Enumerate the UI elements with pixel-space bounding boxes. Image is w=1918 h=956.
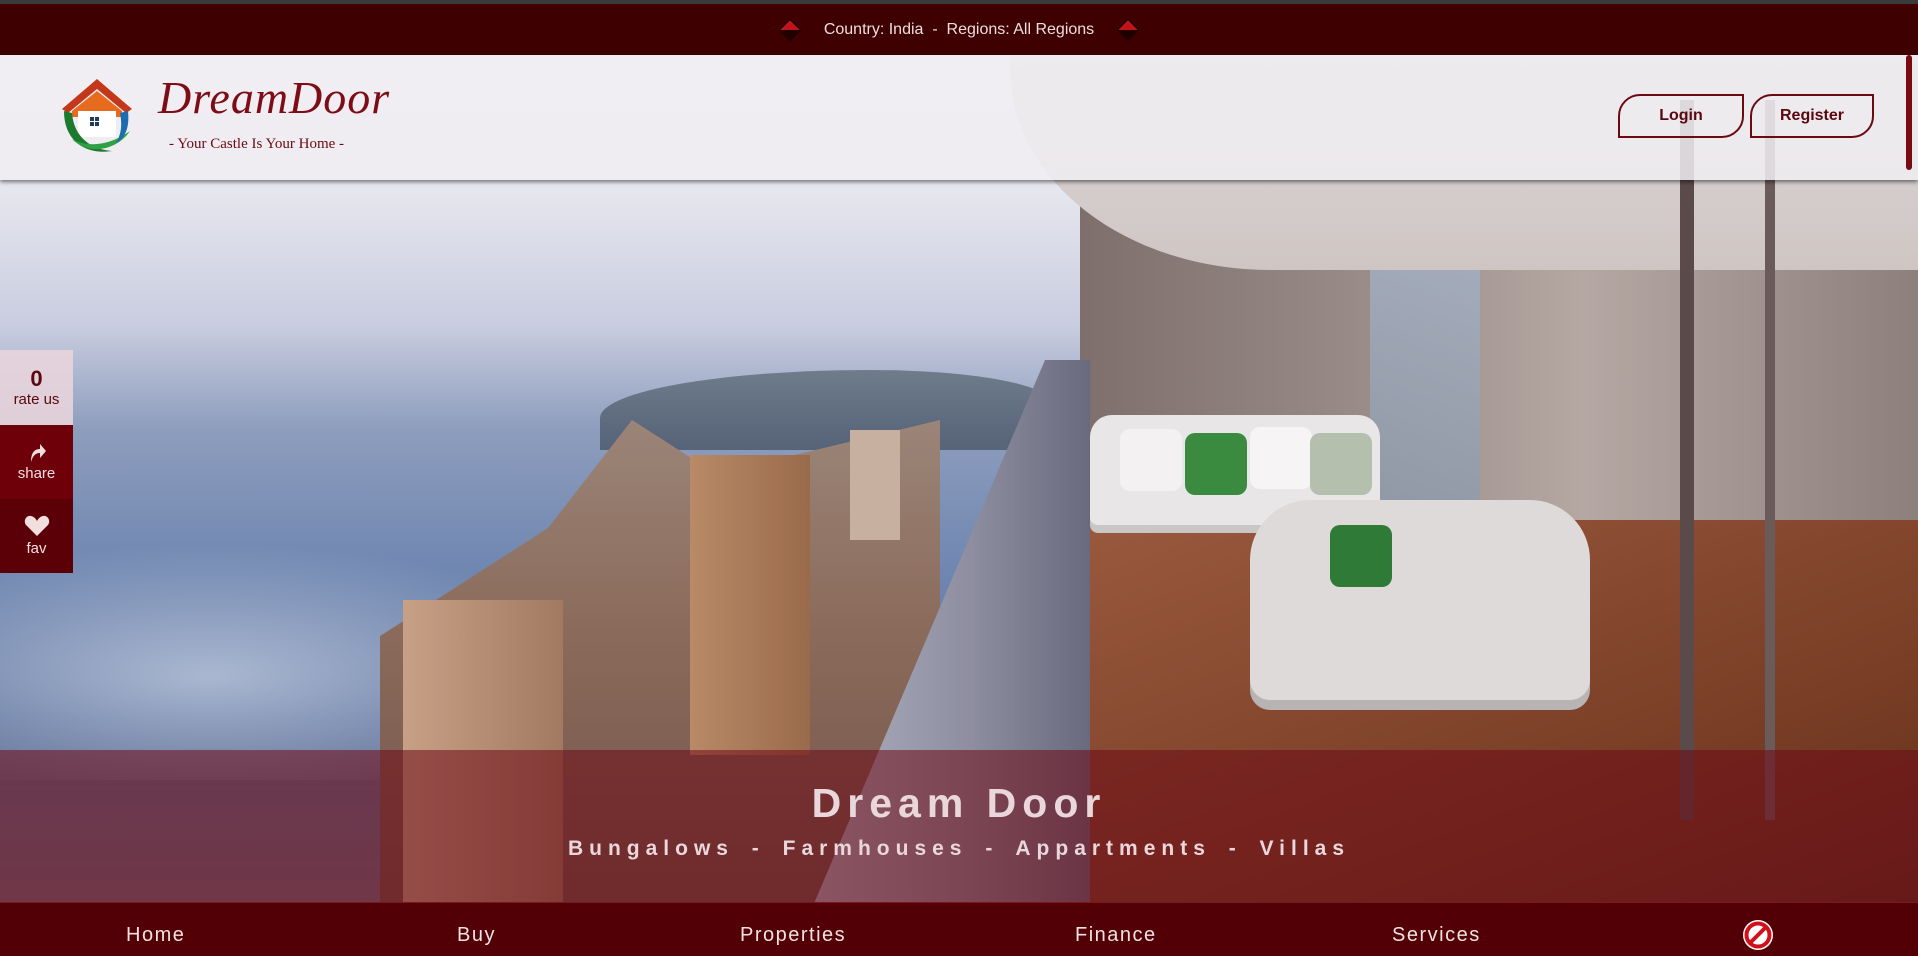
- region-bar: Country: India - Regions: All Regions: [0, 0, 1918, 55]
- fav-label: fav: [26, 540, 47, 557]
- site-header: DreamDoor - Your Castle Is Your Home - L…: [0, 55, 1918, 180]
- nav-item-buy[interactable]: Buy: [457, 924, 496, 947]
- pillow: [1330, 525, 1392, 587]
- door-frame: [1765, 100, 1775, 820]
- main-navigation: Home Buy Properties Finance Services: [0, 902, 1918, 956]
- nav-item-properties[interactable]: Properties: [740, 924, 846, 947]
- register-button[interactable]: Register: [1750, 94, 1874, 138]
- side-actions: 0 rate us share fav: [0, 350, 73, 573]
- share-arrow-icon: [30, 444, 46, 462]
- favorite-button[interactable]: fav: [0, 499, 73, 573]
- nav-item-services[interactable]: Services: [1392, 924, 1481, 947]
- rating-count: 0: [30, 366, 43, 391]
- diamond-icon: [1116, 18, 1140, 41]
- rate-us-label: rate us: [13, 391, 60, 408]
- share-button[interactable]: share: [0, 425, 73, 499]
- tower: [690, 455, 810, 755]
- nav-item-finance[interactable]: Finance: [1075, 924, 1157, 947]
- tagline: - Your Castle Is Your Home -: [169, 136, 345, 152]
- pillow: [1250, 427, 1312, 489]
- heart-icon: [24, 515, 49, 536]
- pillow: [1185, 433, 1247, 495]
- brand-name[interactable]: DreamDoor: [158, 71, 390, 124]
- coastline: [600, 370, 1050, 450]
- tower: [850, 430, 900, 540]
- door-frame: [1680, 100, 1694, 820]
- hero-caption: Dream Door Bungalows - Farmhouses - Appa…: [0, 750, 1918, 902]
- pillow: [1120, 429, 1182, 491]
- scrollbar-thumb[interactable]: [1906, 55, 1912, 170]
- hero-subtitle: Bungalows - Farmhouses - Appartments - V…: [567, 837, 1351, 860]
- login-button[interactable]: Login: [1618, 94, 1744, 138]
- no-entry-icon[interactable]: [1742, 919, 1774, 951]
- house-logo-icon[interactable]: [60, 77, 134, 155]
- hero-title: Dream Door: [811, 780, 1107, 826]
- nav-item-home[interactable]: Home: [126, 924, 185, 947]
- diamond-icon: [778, 18, 802, 41]
- share-label: share: [17, 465, 56, 482]
- armchair: [1250, 500, 1590, 700]
- region-selector[interactable]: Country: India - Regions: All Regions: [824, 21, 1094, 39]
- rate-us-button[interactable]: 0 rate us: [0, 350, 73, 425]
- pillow: [1310, 433, 1372, 495]
